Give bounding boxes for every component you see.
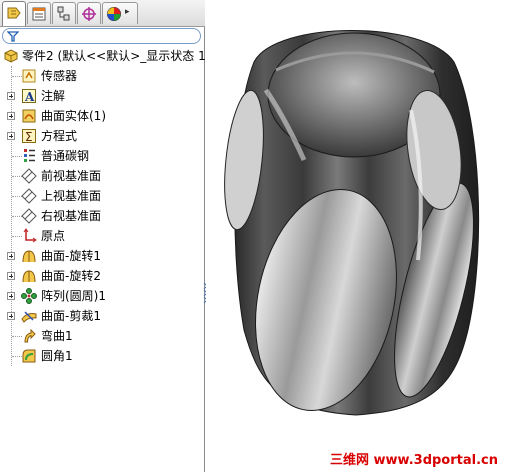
display-manager-icon [107, 7, 121, 21]
tab-configuration-manager[interactable] [52, 2, 76, 24]
surface-trim-icon [21, 311, 37, 323]
tree-item-label: 普通碳钢 [41, 149, 90, 163]
tree-item-fillet-1[interactable]: 圆角1 [0, 346, 205, 366]
tab-display-manager[interactable]: ▸ [102, 2, 138, 24]
circular-pattern-icon [21, 288, 37, 304]
tree-item-label: 原点 [41, 229, 66, 243]
graphics-area[interactable]: 三维网 www.3dportal.cn [206, 0, 506, 472]
tree-item-surface-revolve-2[interactable]: 曲面-旋转2 [0, 266, 205, 286]
tree-item-label: 圆角1 [41, 349, 73, 363]
surface-revolve-icon [22, 250, 36, 263]
surface-revolve-icon [22, 270, 36, 283]
plane-icon [21, 208, 37, 224]
feature-filter-input[interactable] [2, 28, 201, 44]
surface-bodies-icon [22, 109, 36, 123]
tree-item-label: 方程式 [41, 129, 78, 143]
tree-item-label: 曲面-旋转2 [41, 269, 101, 283]
tree-item-surface-revolve-1[interactable]: 曲面-旋转1 [0, 246, 205, 266]
tree-item-label: 右视基准面 [41, 209, 102, 223]
tree-root-part[interactable]: 零件2 (默认<<默认>_显示状态 1 [0, 46, 205, 66]
expand-toggle-icon[interactable] [7, 132, 15, 140]
tree-root-label: 零件2 (默认<<默认>_显示状态 1 [22, 49, 205, 63]
origin-icon [23, 228, 37, 243]
expand-toggle-icon[interactable] [7, 272, 15, 280]
feature-manager-icon [7, 7, 21, 19]
watermark-logo: 三维网 www.3dportal.cn [329, 453, 498, 468]
expand-toggle-icon[interactable] [7, 292, 15, 300]
tree-item-equations[interactable]: Σ 方程式 [0, 126, 205, 146]
tree-item-front-plane[interactable]: 前视基准面 [0, 166, 205, 186]
expand-toggle-icon[interactable] [7, 112, 15, 120]
feature-manager-panel: ▸ 零件2 (默认<<默认>_显示状态 1 传感器 A 注解 曲面实体(1) Σ… [0, 0, 208, 472]
annotation-icon: A [22, 89, 36, 104]
configuration-manager-icon [57, 6, 70, 21]
svg-text:Σ: Σ [25, 130, 33, 144]
tab-dimxpert[interactable] [77, 2, 101, 24]
tree-item-surface-trim-1[interactable]: 曲面-剪裁1 [0, 306, 205, 326]
tree-item-surface-bodies[interactable]: 曲面实体(1) [0, 106, 205, 126]
property-manager-icon [32, 7, 46, 21]
tree-item-annotations[interactable]: A 注解 [0, 86, 205, 106]
material-icon [24, 149, 35, 162]
svg-text:A: A [24, 90, 35, 104]
tree-item-top-plane[interactable]: 上视基准面 [0, 186, 205, 206]
tree-item-origin[interactable]: 原点 [0, 226, 205, 246]
expand-toggle-icon[interactable] [7, 92, 15, 100]
tree-item-label: 阵列(圆周)1 [41, 289, 106, 303]
tree-item-label: 曲面-剪裁1 [41, 309, 101, 323]
tree-item-label: 传感器 [41, 69, 78, 83]
tree-item-material[interactable]: 普通碳钢 [0, 146, 205, 166]
expand-toggle-icon[interactable] [7, 252, 15, 260]
panel-tab-bar: ▸ [0, 0, 205, 27]
tree-item-label: 上视基准面 [41, 189, 102, 203]
plane-icon [21, 168, 37, 184]
tree-item-label: 弯曲1 [41, 329, 73, 343]
tab-overflow-arrow-icon[interactable]: ▸ [125, 7, 130, 17]
tree-item-sensors[interactable]: 传感器 [0, 66, 205, 86]
tree-item-circular-pattern-1[interactable]: 阵列(圆周)1 [0, 286, 205, 306]
tab-property-manager[interactable] [27, 2, 51, 24]
equations-icon: Σ [22, 129, 36, 144]
plane-icon [21, 188, 37, 204]
tree-item-flex-1[interactable]: 弯曲1 [0, 326, 205, 346]
dimxpert-icon [82, 7, 96, 21]
tree-item-label: 曲面实体(1) [41, 109, 106, 123]
sensor-icon [22, 69, 36, 83]
model-view[interactable] [206, 0, 506, 472]
part-icon [4, 49, 18, 63]
tree-item-label: 前视基准面 [41, 169, 102, 183]
fillet-icon [22, 349, 36, 363]
expand-toggle-icon[interactable] [7, 312, 15, 320]
tab-feature-manager[interactable] [2, 1, 26, 26]
tree-item-label: 注解 [41, 89, 66, 103]
flex-icon [24, 328, 36, 343]
tree-item-label: 曲面-旋转1 [41, 249, 101, 263]
filter-icon [7, 31, 19, 42]
tree-item-right-plane[interactable]: 右视基准面 [0, 206, 205, 226]
